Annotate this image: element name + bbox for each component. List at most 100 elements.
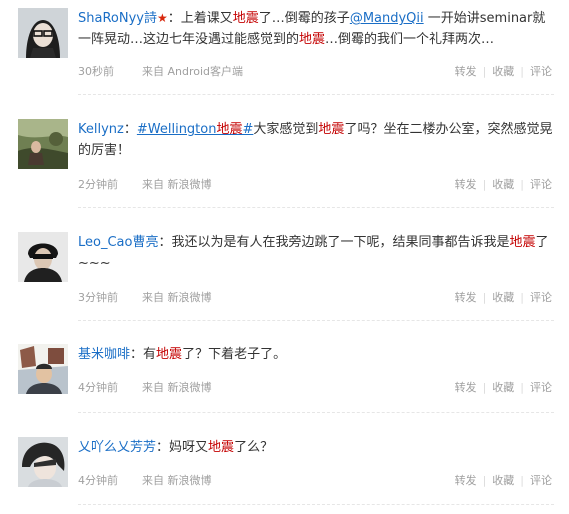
keyword-highlight: 地震 xyxy=(318,122,345,137)
segment: 上着课又 xyxy=(180,11,233,26)
post-meta: 4分钟前 来自 新浪微博 转发 | 收藏 | 评论 xyxy=(78,471,552,491)
comment-button[interactable]: 评论 xyxy=(530,65,552,78)
post-divider xyxy=(78,412,554,413)
post-time[interactable]: 30秒前 xyxy=(78,62,114,82)
post-colon: ： xyxy=(158,235,172,250)
action-separator: | xyxy=(520,178,524,191)
topic-part: #Wellington xyxy=(136,122,217,137)
post-meta: 4分钟前 来自 新浪微博 转发 | 收藏 | 评论 xyxy=(78,378,552,398)
post-username[interactable]: 基米咖啡 xyxy=(78,347,130,362)
action-separator: | xyxy=(482,178,487,191)
source-link[interactable]: 新浪微博 xyxy=(168,178,212,191)
post-time[interactable]: 3分钟前 xyxy=(78,288,118,308)
post-source: 来自 新浪微博 xyxy=(142,471,212,491)
source-prefix: 来自 xyxy=(142,178,164,191)
keyword-highlight: 地震 xyxy=(509,235,536,250)
avatar[interactable] xyxy=(18,437,68,487)
post-time[interactable]: 4分钟前 xyxy=(78,378,118,398)
action-separator: | xyxy=(482,291,487,304)
post-text: Leo_Cao曹亮：我还以为是有人在我旁边跳了一下呢，结果同事都告诉我是地震了~… xyxy=(78,232,554,274)
source-link[interactable]: 新浪微博 xyxy=(168,474,212,487)
segment: 大家感觉到 xyxy=(253,122,319,137)
action-separator: | xyxy=(520,381,524,394)
source-link[interactable]: 新浪微博 xyxy=(168,291,212,304)
source-link[interactable]: Android客户端 xyxy=(168,65,244,78)
comment-button[interactable]: 评论 xyxy=(530,178,552,191)
favorite-button[interactable]: 收藏 xyxy=(492,178,514,191)
post-time[interactable]: 2分钟前 xyxy=(78,175,118,195)
action-separator: | xyxy=(520,291,524,304)
post-actions: 转发 | 收藏 | 评论 xyxy=(455,378,552,398)
post-text: 乂吖么乂芳芳：妈呀又地震了么？ xyxy=(78,437,554,458)
keyword-highlight: 地震 xyxy=(216,122,243,137)
source-prefix: 来自 xyxy=(142,474,164,487)
avatar[interactable] xyxy=(18,344,68,394)
post-time[interactable]: 4分钟前 xyxy=(78,471,118,491)
post-colon: ： xyxy=(130,347,144,362)
post-username[interactable]: 乂吖么乂芳芳 xyxy=(78,440,156,455)
keyword-highlight: 地震 xyxy=(232,11,259,26)
favorite-button[interactable]: 收藏 xyxy=(492,65,514,78)
post-divider xyxy=(78,320,554,321)
topic-link[interactable]: #Wellington地震# xyxy=(137,122,254,137)
forward-button[interactable]: 转发 xyxy=(455,178,477,191)
post-divider xyxy=(78,94,554,95)
post-divider xyxy=(78,207,554,208)
vip-star-icon: ★ xyxy=(156,11,168,25)
action-separator: | xyxy=(520,474,524,487)
post-source: 来自 新浪微博 xyxy=(142,288,212,308)
source-link[interactable]: 新浪微博 xyxy=(168,381,212,394)
favorite-button[interactable]: 收藏 xyxy=(492,381,514,394)
forward-button[interactable]: 转发 xyxy=(455,65,477,78)
post-colon: ： xyxy=(156,440,170,455)
post-source: 来自 新浪微博 xyxy=(142,175,212,195)
comment-button[interactable]: 评论 xyxy=(530,474,552,487)
keyword-highlight: 地震 xyxy=(208,440,235,455)
forward-button[interactable]: 转发 xyxy=(455,291,477,304)
keyword-highlight: 地震 xyxy=(299,32,326,47)
post-source: 来自 新浪微博 xyxy=(142,378,212,398)
comment-button[interactable]: 评论 xyxy=(530,381,552,394)
weibo-feed: ShaRoNyy詩★：上着课又地震了…倒霉的孩子@MandyQii 一开始讲se… xyxy=(0,0,569,514)
post-colon: ： xyxy=(123,122,137,137)
post-meta: 2分钟前 来自 新浪微博 转发 | 收藏 | 评论 xyxy=(78,175,552,195)
post-actions: 转发 | 收藏 | 评论 xyxy=(455,62,552,82)
post-meta: 30秒前 来自 Android客户端 转发 | 收藏 | 评论 xyxy=(78,62,552,82)
mention-link[interactable]: @MandyQii xyxy=(350,11,424,26)
post-text: 基米咖啡：有地震了？下着老子了。 xyxy=(78,344,554,365)
post-actions: 转发 | 收藏 | 评论 xyxy=(455,471,552,491)
source-prefix: 来自 xyxy=(142,381,164,394)
segment: 妈呀又 xyxy=(169,440,209,455)
comment-button[interactable]: 评论 xyxy=(530,291,552,304)
segment: 了？下着老子了。 xyxy=(182,347,287,362)
segment: 了…倒霉的孩子 xyxy=(258,11,350,26)
action-separator: | xyxy=(482,381,487,394)
source-prefix: 来自 xyxy=(142,65,164,78)
favorite-button[interactable]: 收藏 xyxy=(492,474,514,487)
topic-part: # xyxy=(242,122,254,137)
post-actions: 转发 | 收藏 | 评论 xyxy=(455,175,552,195)
segment: …倒霉的我们一个礼拜两次… xyxy=(325,32,495,47)
forward-button[interactable]: 转发 xyxy=(455,381,477,394)
keyword-highlight: 地震 xyxy=(156,347,183,362)
favorite-button[interactable]: 收藏 xyxy=(492,291,514,304)
avatar[interactable] xyxy=(18,119,68,169)
post-meta: 3分钟前 来自 新浪微博 转发 | 收藏 | 评论 xyxy=(78,288,552,308)
post-username[interactable]: Leo_Cao曹亮 xyxy=(78,235,158,250)
post-divider xyxy=(78,504,554,505)
segment: 我还以为是有人在我旁边跳了一下呢，结果同事都告诉我是 xyxy=(171,235,510,250)
post-actions: 转发 | 收藏 | 评论 xyxy=(455,288,552,308)
avatar[interactable] xyxy=(18,8,68,58)
segment: 有 xyxy=(143,347,157,362)
post-username[interactable]: ShaRoNyy詩 xyxy=(78,11,157,26)
action-separator: | xyxy=(520,65,524,78)
post-username[interactable]: Kellynz xyxy=(78,122,124,137)
post-colon: ： xyxy=(167,11,181,26)
action-separator: | xyxy=(482,65,487,78)
post-source: 来自 Android客户端 xyxy=(142,62,243,82)
action-separator: | xyxy=(482,474,487,487)
forward-button[interactable]: 转发 xyxy=(455,474,477,487)
post-text: ShaRoNyy詩★：上着课又地震了…倒霉的孩子@MandyQii 一开始讲se… xyxy=(78,8,554,50)
source-prefix: 来自 xyxy=(142,291,164,304)
avatar[interactable] xyxy=(18,232,68,282)
